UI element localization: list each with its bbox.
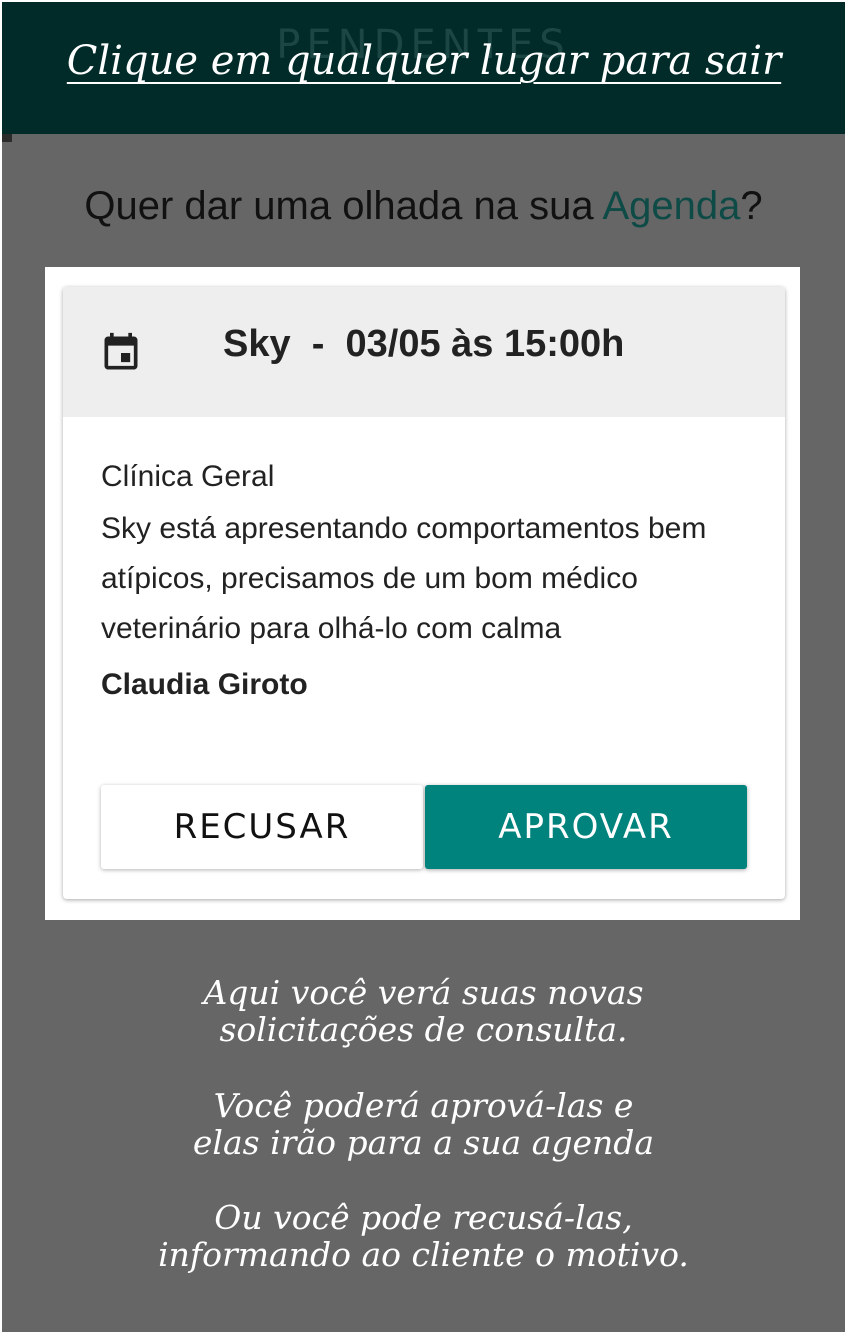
agenda-prompt: Quer dar uma olhada na sua Agenda? [2, 184, 845, 229]
agenda-link[interactable]: Agenda [602, 184, 740, 228]
request-description: Sky está apresentando comportamentos bem… [101, 512, 707, 645]
hint-reject: Ou você pode recusá-las, informando ao c… [2, 1199, 845, 1273]
exit-hint-link[interactable]: Clique em qualquer lugar para sair [54, 38, 794, 84]
specialty-label: Clínica Geral [101, 460, 275, 493]
spotlight-highlight: Sky - 03/05 às 15:00h Clínica Geral Sky … [45, 267, 800, 920]
hint-line: Ou você pode recusá-las, [214, 1198, 633, 1237]
top-app-bar: PENDENTES Clique em qualquer lugar para … [2, 2, 845, 134]
hint-line: informando ao cliente o motivo. [158, 1235, 689, 1274]
hint-line: elas irão para a sua agenda [192, 1123, 655, 1162]
client-name: Claudia Giroto [101, 668, 308, 701]
hint-line: solicitações de consulta. [219, 1010, 628, 1049]
tutorial-overlay[interactable]: PENDENTES Clique em qualquer lugar para … [2, 2, 845, 1332]
agenda-prompt-end: ? [740, 184, 763, 228]
hint-line: Aqui você verá suas novas [203, 973, 644, 1012]
appointment-title: Sky - 03/05 às 15:00h [223, 323, 625, 365]
hint-approve: Você poderá aprová-las e elas irão para … [2, 1087, 845, 1161]
agenda-prompt-text: Quer dar uma olhada na sua [84, 184, 603, 228]
appointment-request-card: Sky - 03/05 às 15:00h Clínica Geral Sky … [63, 287, 785, 899]
card-header: Sky - 03/05 às 15:00h [63, 287, 785, 417]
hint-line: Você poderá aprová-las e [213, 1086, 634, 1125]
calendar-icon [104, 332, 138, 370]
approve-button[interactable]: APROVAR [425, 785, 747, 869]
card-body: Clínica Geral Sky está apresentando comp… [101, 452, 741, 710]
hint-new-requests: Aqui você verá suas novas solicitações d… [2, 974, 845, 1048]
divider [2, 134, 12, 142]
reject-button[interactable]: RECUSAR [101, 785, 423, 869]
